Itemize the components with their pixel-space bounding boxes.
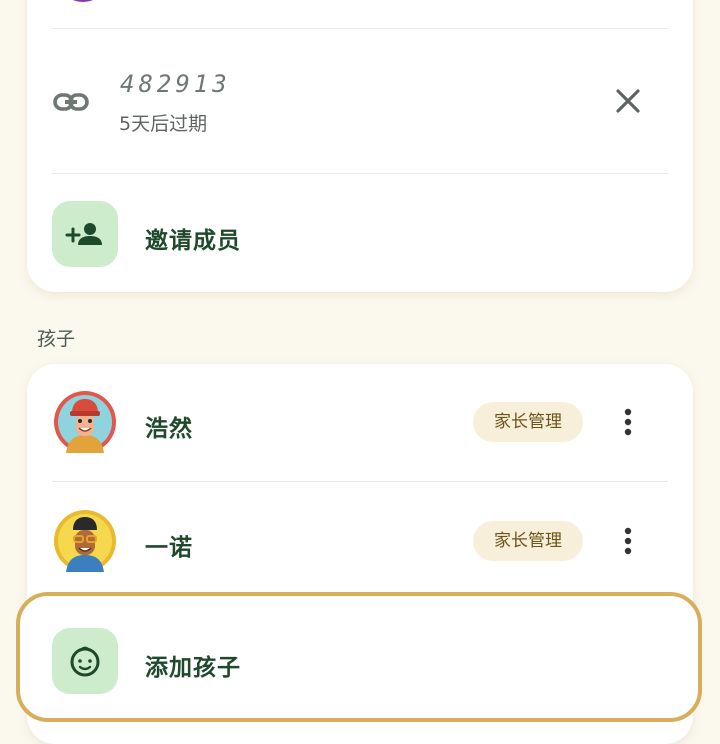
invite-expiry: 5天后过期 <box>119 113 208 135</box>
avatar <box>54 510 116 572</box>
child-name: 浩然 <box>145 416 193 442</box>
add-child-tile[interactable] <box>52 628 118 694</box>
divider <box>52 28 668 29</box>
invite-card <box>27 0 693 292</box>
avatar <box>54 391 116 453</box>
child-face-icon <box>70 646 100 677</box>
link-icon <box>53 93 89 111</box>
parental-control-badge[interactable]: 家长管理 <box>473 402 583 442</box>
divider <box>52 173 668 174</box>
more-vertical-icon[interactable] <box>613 402 643 442</box>
parental-control-badge[interactable]: 家长管理 <box>473 521 583 561</box>
person-add-icon <box>65 223 102 245</box>
child-name: 一诺 <box>145 535 193 561</box>
section-title-children: 孩子 <box>37 328 76 350</box>
add-child-row[interactable] <box>16 592 702 722</box>
invite-code: 482913 <box>120 70 231 98</box>
invite-member-button[interactable]: 邀请成员 <box>145 221 241 255</box>
add-child-button[interactable]: 添加孩子 <box>145 648 241 682</box>
invite-member-tile[interactable] <box>52 201 118 267</box>
divider <box>52 481 668 482</box>
more-vertical-icon[interactable] <box>613 521 643 561</box>
close-icon[interactable] <box>608 81 648 121</box>
